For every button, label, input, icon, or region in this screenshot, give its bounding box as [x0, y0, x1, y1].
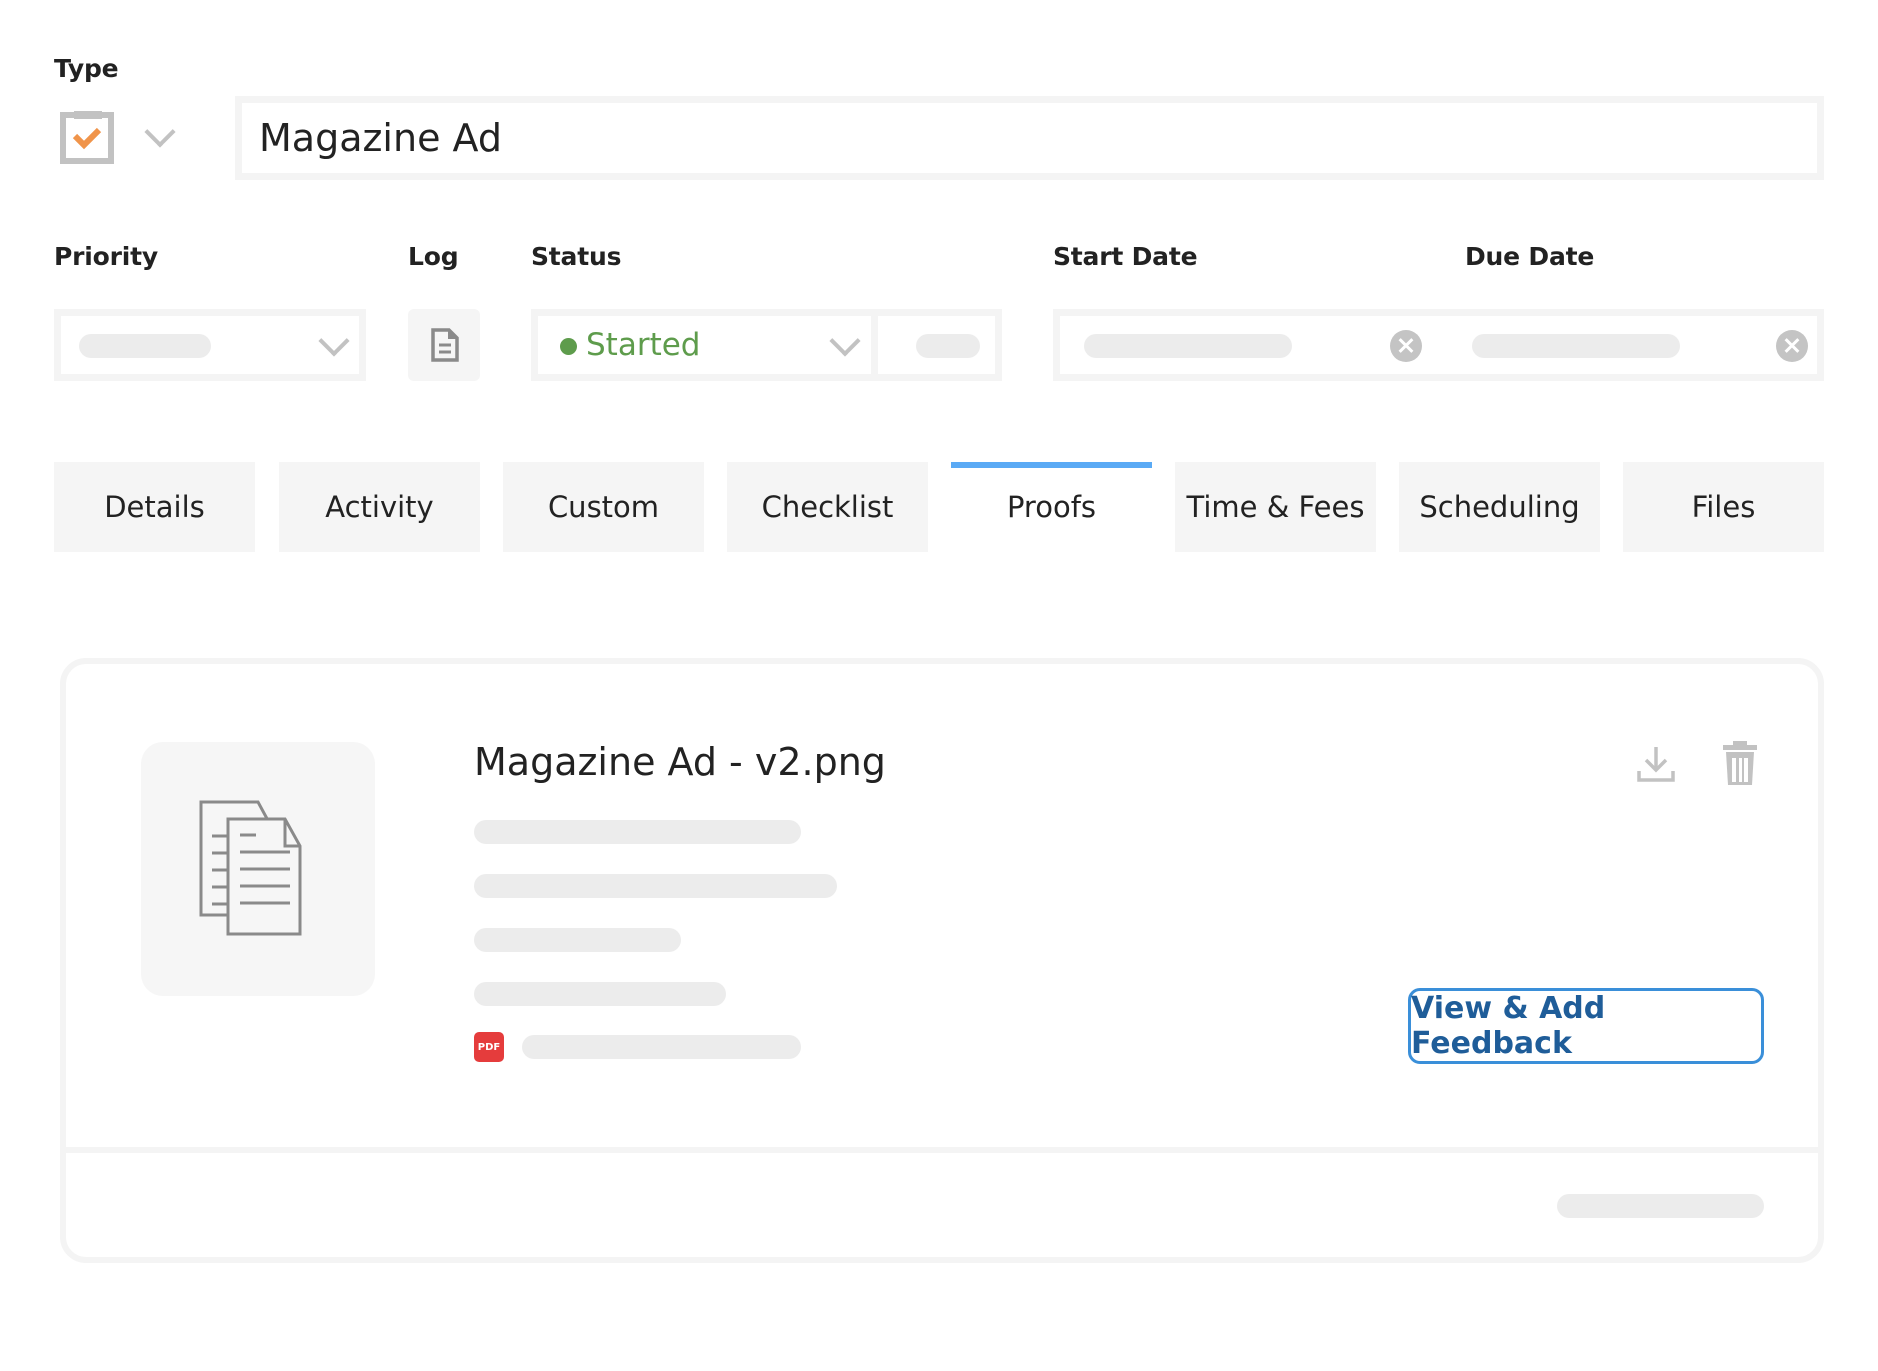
tab-custom[interactable]: Custom: [503, 462, 704, 552]
download-icon[interactable]: [1636, 744, 1676, 784]
status-value: Started: [586, 327, 701, 363]
due-date-clear-icon[interactable]: [1776, 330, 1808, 362]
tab-details[interactable]: Details: [54, 462, 255, 552]
tab-time-fees[interactable]: Time & Fees: [1175, 462, 1376, 552]
priority-select[interactable]: [54, 309, 366, 381]
proof-meta-placeholder-1: [474, 820, 801, 844]
clipboard-check-icon: [60, 111, 114, 164]
proof-attachment-placeholder[interactable]: [522, 1035, 801, 1059]
start-date-input[interactable]: [1084, 334, 1292, 358]
priority-chevron-down-icon: [318, 325, 350, 357]
pdf-badge-icon: PDF: [474, 1032, 504, 1062]
priority-label: Priority: [54, 242, 158, 271]
due-date-label: Due Date: [1465, 242, 1595, 271]
log-button[interactable]: [408, 309, 480, 381]
title-input-value: Magazine Ad: [259, 116, 502, 160]
status-chevron-down-icon: [829, 325, 861, 357]
status-secondary-placeholder: [916, 334, 980, 358]
status-label: Status: [531, 242, 622, 271]
tab-checklist[interactable]: Checklist: [727, 462, 928, 552]
type-icon-button[interactable]: [58, 108, 118, 166]
card-footer-divider: [66, 1147, 1818, 1153]
log-label: Log: [408, 242, 459, 271]
proof-filename: Magazine Ad - v2.png: [474, 740, 886, 784]
status-secondary-field[interactable]: [874, 309, 1002, 381]
tab-proofs[interactable]: Proofs: [951, 462, 1152, 552]
status-select[interactable]: Started: [531, 309, 874, 381]
tab-activity[interactable]: Activity: [279, 462, 480, 552]
start-date-clear-icon[interactable]: [1390, 330, 1422, 362]
priority-value-placeholder: [79, 334, 211, 358]
tab-files[interactable]: Files: [1623, 462, 1824, 552]
proof-meta-placeholder-2: [474, 874, 837, 898]
view-add-feedback-button[interactable]: View & Add Feedback: [1408, 988, 1764, 1064]
date-range-field: [1053, 309, 1824, 381]
start-date-label: Start Date: [1053, 242, 1198, 271]
type-chevron-down-icon[interactable]: [144, 116, 176, 148]
status-dot-icon: [560, 338, 577, 355]
tab-scheduling[interactable]: Scheduling: [1399, 462, 1600, 552]
proof-thumbnail[interactable]: [141, 742, 375, 996]
card-footer-placeholder: [1557, 1194, 1764, 1218]
due-date-input[interactable]: [1472, 334, 1680, 358]
trash-icon[interactable]: [1722, 740, 1758, 786]
log-document-icon: [431, 328, 459, 362]
title-input[interactable]: Magazine Ad: [235, 96, 1824, 180]
documents-icon: [199, 800, 302, 936]
proof-meta-placeholder-4: [474, 982, 726, 1006]
type-label: Type: [54, 54, 119, 83]
proof-meta-placeholder-3: [474, 928, 681, 952]
